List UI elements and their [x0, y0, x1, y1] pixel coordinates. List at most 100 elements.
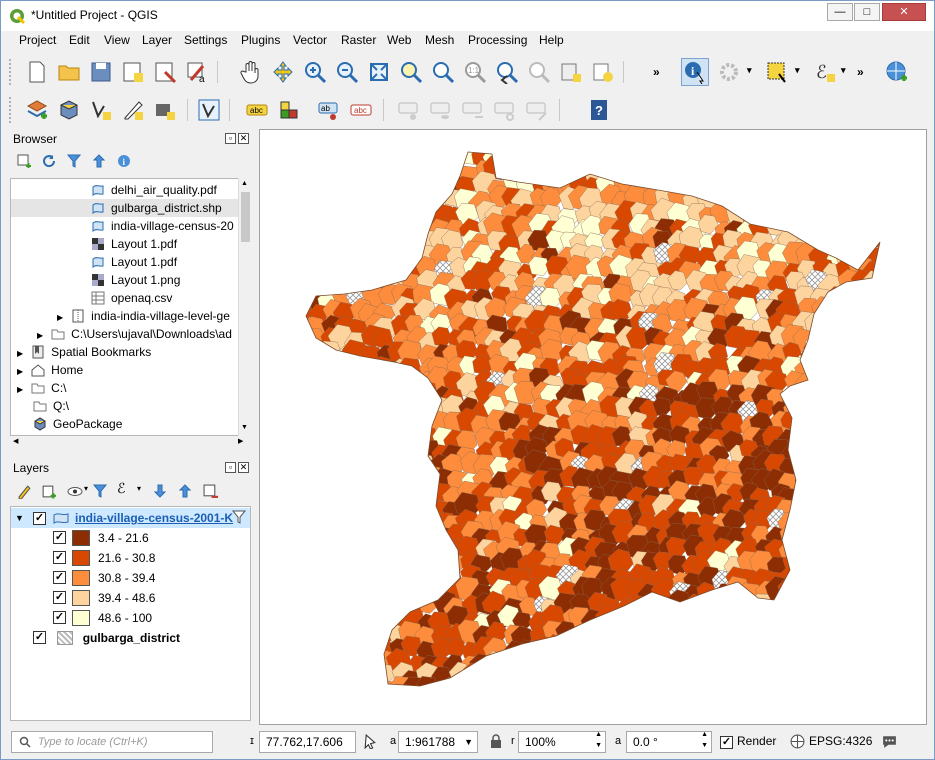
village-polygon[interactable] — [893, 375, 914, 395]
village-polygon[interactable] — [358, 663, 380, 686]
village-polygon[interactable] — [302, 247, 324, 268]
village-polygon[interactable] — [845, 228, 871, 253]
village-polygon[interactable] — [611, 619, 633, 641]
rotation-spinbox[interactable]: 0.0 ° ▲ ▼ — [626, 731, 712, 753]
legend-class-row[interactable]: ✓ 3.4 - 21.6 — [53, 528, 149, 548]
village-polygon[interactable] — [514, 649, 537, 671]
village-polygon[interactable] — [851, 612, 874, 634]
village-polygon[interactable] — [772, 692, 791, 711]
village-polygon[interactable] — [385, 231, 409, 254]
village-polygon[interactable] — [517, 662, 543, 686]
village-polygon[interactable] — [347, 481, 374, 507]
village-polygon[interactable] — [290, 597, 309, 618]
village-polygon[interactable] — [334, 144, 357, 166]
village-polygon[interactable] — [832, 482, 856, 507]
village-polygon[interactable] — [472, 669, 494, 690]
village-polygon[interactable] — [260, 651, 274, 671]
village-polygon[interactable] — [865, 634, 886, 655]
village-polygon[interactable] — [333, 453, 354, 472]
village-polygon[interactable] — [806, 633, 830, 657]
village-polygon[interactable] — [903, 578, 927, 604]
village-polygon[interactable] — [742, 160, 763, 181]
village-polygon[interactable] — [834, 367, 859, 391]
village-polygon[interactable] — [349, 233, 374, 257]
village-polygon[interactable] — [598, 650, 621, 672]
village-polygon[interactable] — [712, 664, 735, 686]
village-polygon[interactable] — [275, 244, 298, 267]
village-polygon[interactable] — [839, 493, 865, 517]
village-polygon[interactable] — [682, 176, 704, 198]
eye-visibility-icon[interactable] — [67, 485, 83, 498]
village-polygon[interactable] — [260, 190, 268, 213]
village-polygon[interactable] — [262, 500, 284, 520]
village-polygon[interactable] — [373, 386, 395, 408]
village-polygon[interactable] — [893, 437, 915, 459]
village-polygon[interactable] — [331, 552, 355, 574]
village-polygon[interactable] — [337, 696, 357, 715]
village-polygon[interactable] — [840, 593, 861, 613]
village-polygon[interactable] — [290, 134, 310, 154]
village-polygon[interactable] — [863, 343, 890, 371]
village-polygon[interactable] — [294, 422, 319, 448]
village-polygon[interactable] — [384, 507, 410, 534]
village-polygon[interactable] — [695, 694, 720, 718]
village-polygon[interactable] — [897, 515, 917, 534]
village-polygon[interactable] — [908, 135, 927, 155]
village-polygon[interactable] — [380, 130, 400, 142]
village-polygon[interactable] — [894, 618, 920, 642]
village-polygon[interactable] — [866, 147, 892, 173]
village-polygon[interactable] — [867, 619, 890, 644]
village-polygon[interactable] — [768, 163, 793, 188]
village-polygon[interactable] — [319, 399, 340, 420]
village-polygon[interactable] — [878, 186, 902, 211]
village-polygon[interactable] — [374, 579, 400, 605]
village-polygon[interactable] — [820, 300, 846, 325]
village-polygon[interactable] — [734, 176, 760, 202]
village-polygon[interactable] — [303, 508, 329, 533]
village-polygon[interactable] — [331, 470, 355, 493]
toggle-extent-mouse-icon[interactable] — [363, 734, 378, 749]
village-polygon[interactable] — [263, 563, 286, 586]
village-polygon[interactable] — [468, 691, 493, 715]
village-polygon[interactable] — [875, 676, 897, 698]
village-polygon[interactable] — [384, 539, 412, 564]
village-polygon[interactable] — [390, 479, 416, 504]
village-polygon[interactable] — [711, 683, 734, 705]
village-polygon[interactable] — [320, 512, 348, 538]
village-polygon[interactable] — [839, 395, 863, 418]
village-polygon[interactable] — [906, 286, 927, 311]
village-polygon[interactable] — [767, 637, 790, 660]
change-label-button[interactable] — [523, 96, 551, 124]
village-polygon[interactable] — [640, 661, 666, 686]
village-polygon[interactable] — [907, 373, 927, 397]
village-polygon[interactable] — [708, 176, 732, 198]
village-polygon[interactable] — [332, 622, 358, 646]
village-polygon[interactable] — [702, 130, 722, 138]
village-polygon[interactable] — [893, 147, 918, 170]
village-polygon[interactable] — [322, 172, 345, 195]
village-polygon[interactable] — [478, 132, 498, 151]
browser-item[interactable]: Layout 1.pdf — [91, 253, 177, 271]
village-polygon[interactable] — [489, 682, 511, 704]
browser-vertical-scrollbar[interactable]: ▲ ▼ — [238, 178, 251, 436]
village-polygon[interactable] — [707, 702, 732, 725]
scroll-down-arrow-icon[interactable]: ▼ — [241, 424, 248, 431]
village-polygon[interactable] — [344, 579, 369, 605]
village-polygon[interactable] — [260, 618, 269, 642]
village-polygon[interactable] — [883, 384, 904, 404]
village-polygon[interactable] — [555, 146, 577, 167]
village-polygon[interactable] — [513, 130, 533, 137]
browser-close-button[interactable]: ✕ — [238, 133, 249, 144]
village-polygon[interactable] — [762, 609, 787, 633]
village-polygon[interactable] — [768, 130, 787, 139]
legend-class-row[interactable]: ✓ 30.8 - 39.4 — [53, 568, 155, 588]
village-polygon[interactable] — [793, 194, 815, 214]
village-polygon[interactable] — [429, 177, 450, 197]
village-polygon[interactable] — [337, 176, 358, 197]
new-print-layout-button[interactable] — [119, 58, 147, 86]
village-polygon[interactable] — [290, 523, 310, 543]
village-polygon[interactable] — [260, 132, 272, 156]
menu-view[interactable]: View — [104, 33, 130, 47]
village-polygon[interactable] — [304, 413, 326, 435]
village-polygon[interactable] — [909, 397, 927, 418]
